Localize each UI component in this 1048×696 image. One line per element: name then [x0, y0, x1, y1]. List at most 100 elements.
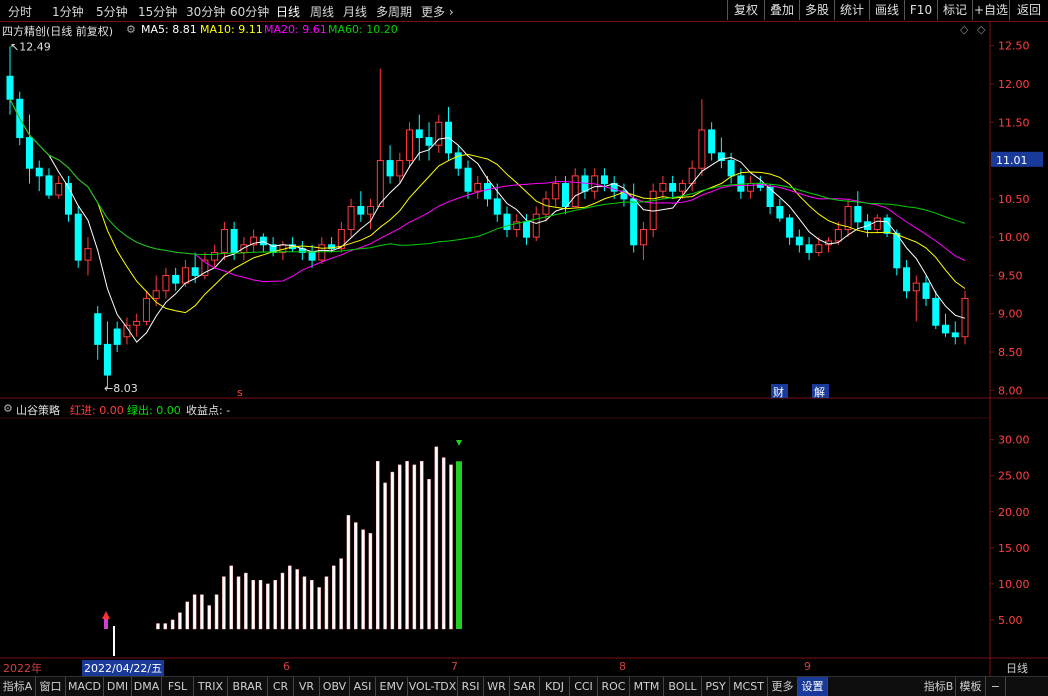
buy-signal-bar	[104, 619, 108, 629]
tab-asi[interactable]: ASI	[350, 677, 376, 696]
candle-body	[259, 236, 267, 246]
indicator-bar	[412, 464, 417, 630]
indicator-tabs: 指标A 窗口 MACD DMI DMA FSL TRIX BRAR CR VR OBV ASI EMV V…	[0, 676, 1048, 696]
ma5-line	[9, 99, 966, 343]
candle-body	[854, 206, 862, 223]
price-tick-label: 12.00	[998, 78, 1030, 91]
candle-body	[698, 129, 706, 169]
tab-brar[interactable]: BRAR	[228, 677, 268, 696]
candle-body	[74, 213, 82, 261]
tab-cr[interactable]: CR	[268, 677, 294, 696]
candle-body	[659, 183, 667, 192]
indicator-bar	[368, 533, 373, 630]
candle-body	[737, 175, 745, 192]
tab-right-2[interactable]: −	[986, 677, 1006, 696]
tab-mcst[interactable]: MCST	[730, 677, 768, 696]
candle-body	[561, 183, 569, 208]
candle-body	[103, 343, 111, 376]
candle-body	[903, 267, 911, 292]
indicator-bar	[427, 479, 431, 630]
tab-right-0[interactable]: 指标B	[922, 677, 956, 696]
tab-macd[interactable]: MACD	[66, 677, 104, 696]
s-marker: s	[237, 386, 243, 399]
price-tick-label: 12.50	[998, 40, 1030, 53]
month-label-7: 7	[451, 660, 458, 673]
candle-body	[25, 137, 33, 169]
tab-kdj[interactable]: KDJ	[540, 677, 570, 696]
settings-circle-icon[interactable]: ⚙	[3, 402, 13, 415]
tab-psy[interactable]: PSY	[702, 677, 730, 696]
candle-body	[55, 183, 63, 196]
indicator-bar	[317, 587, 321, 630]
candle-body	[747, 183, 755, 192]
tab-trix[interactable]: TRIX	[194, 677, 228, 696]
price-tick-label: 9.50	[998, 269, 1023, 282]
price-tick-label: 8.00	[998, 384, 1023, 397]
indicator-bar	[419, 461, 424, 630]
tab-fsl[interactable]: FSL	[162, 677, 194, 696]
candle-body	[893, 232, 901, 269]
tab-emv[interactable]: EMV	[376, 677, 408, 696]
candle-body	[786, 217, 794, 238]
profit-point-label: 收益点: -	[186, 404, 231, 417]
candle-body	[376, 160, 384, 208]
tab-vr[interactable]: VR	[294, 677, 320, 696]
indicator-tick-label: 15.00	[998, 542, 1030, 555]
date-axis: 2022年 2022/04/22/五 6 7 8 9	[0, 659, 1000, 676]
candle-body	[367, 206, 375, 215]
tab-wr[interactable]: WR	[484, 677, 510, 696]
tab-rsi[interactable]: RSI	[458, 677, 484, 696]
candle-body	[630, 198, 638, 246]
month-label-6: 6	[283, 660, 290, 673]
green-out-label: 绿出: 0.00	[127, 404, 181, 417]
chart-canvas[interactable]: ↖12.49 ←8.03 s 财 解 12.50 12.00 11.50 11.01 10.50…	[0, 0, 1048, 695]
indicator-bar	[236, 576, 241, 630]
candle-body	[191, 267, 199, 276]
month-label-8: 8	[619, 660, 626, 673]
indicator-tick-label: 25.00	[998, 470, 1030, 483]
candle-body	[396, 160, 404, 177]
tab-更多[interactable]: 更多	[768, 677, 798, 696]
cai-marker: 财	[773, 385, 784, 399]
period-label: 日线	[1006, 662, 1028, 675]
candle-body	[552, 183, 560, 200]
tab-sar[interactable]: SAR	[510, 677, 540, 696]
tab-窗口[interactable]: 窗口	[36, 677, 66, 696]
tab-obv[interactable]: OBV	[320, 677, 350, 696]
candle-body	[484, 183, 491, 200]
indicator-bar	[390, 471, 395, 630]
tab-right-1[interactable]: 模板	[956, 677, 986, 696]
candle-body	[776, 206, 784, 219]
candle-body	[522, 221, 530, 238]
down-arrow-icon	[456, 440, 462, 446]
indicator-header: ⚙ 山谷策略 红进: 0.00 绿出: 0.00 收益点: -	[0, 402, 990, 418]
tab-roc[interactable]: ROC	[598, 677, 630, 696]
tab-dmi[interactable]: DMI	[104, 677, 132, 696]
jie-marker: 解	[814, 385, 825, 399]
tab-mtm[interactable]: MTM	[630, 677, 664, 696]
candle-body	[678, 183, 686, 192]
tab-boll[interactable]: BOLL	[664, 677, 702, 696]
candle-body	[425, 137, 433, 146]
tab-dma[interactable]: DMA	[132, 677, 162, 696]
indicator-bar	[375, 461, 380, 630]
candle-body	[805, 244, 813, 253]
tab-cci[interactable]: CCI	[570, 677, 598, 696]
indicator-bar	[295, 569, 299, 630]
red-in-label: 红进: 0.00	[70, 404, 124, 417]
tab-vol-tdx[interactable]: VOL-TDX	[408, 677, 458, 696]
candle-body	[727, 160, 735, 177]
indicator-bar	[280, 572, 285, 630]
tab-设置[interactable]: 设置	[798, 677, 828, 696]
tab-指标a[interactable]: 指标A	[0, 677, 36, 696]
indicator-bar	[332, 565, 336, 630]
indicator-bar	[449, 464, 453, 630]
candle-body	[873, 217, 881, 230]
candle-body	[386, 160, 394, 177]
price-tick-label: 11.50	[998, 116, 1030, 129]
price-tick-label: 10.50	[998, 193, 1030, 206]
candle-body	[600, 175, 608, 185]
low-price-label: ←8.03	[104, 382, 138, 395]
indicator-bar	[207, 605, 211, 630]
candle-body	[211, 251, 219, 261]
